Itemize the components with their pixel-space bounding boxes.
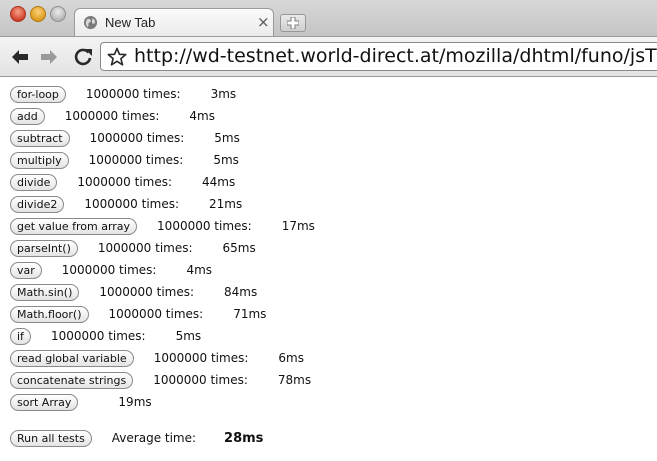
reload-icon[interactable] <box>73 47 95 67</box>
iteration-count: 1000000 times: <box>88 153 184 167</box>
average-time-label: Average time: <box>111 431 197 445</box>
test-row: divide2 1000000 times: 21ms <box>10 195 242 213</box>
window-zoom-button[interactable] <box>50 6 66 22</box>
test-row: parseInt() 1000000 times: 65ms <box>10 239 256 257</box>
tab-bar: New Tab × <box>0 0 657 36</box>
elapsed-time: 5ms <box>214 131 240 145</box>
iteration-count: 1000000 times: <box>157 219 252 233</box>
test-row: divide 1000000 times: 44ms <box>10 173 235 191</box>
test-button[interactable]: divide <box>10 173 58 191</box>
test-button[interactable]: Math.sin() <box>10 283 80 301</box>
iteration-count: 1000000 times: <box>89 131 185 145</box>
test-row: for-loop 1000000 times: 3ms <box>10 85 236 103</box>
test-button[interactable]: divide2 <box>10 195 65 213</box>
window-close-button[interactable] <box>10 6 26 22</box>
iteration-count: 1000000 times: <box>50 329 146 343</box>
page-content: for-loop 1000000 times: 3ms add 1000000 time… <box>0 78 657 461</box>
new-tab-button[interactable] <box>280 14 306 32</box>
iteration-count: 1000000 times: <box>64 109 160 123</box>
test-row: get value from array 1000000 times: 17ms <box>10 217 315 235</box>
test-button[interactable]: var <box>10 261 42 279</box>
iteration-count: 1000000 times: <box>153 373 248 387</box>
test-button[interactable]: subtract <box>10 129 70 147</box>
test-button[interactable]: multiply <box>10 151 69 169</box>
iteration-count: 1000000 times: <box>99 285 195 299</box>
test-button[interactable]: Math.floor() <box>10 305 89 323</box>
bookmark-star-icon[interactable] <box>107 47 127 67</box>
test-row: subtract 1000000 times: 5ms <box>10 129 240 147</box>
elapsed-time: 84ms <box>224 285 258 299</box>
test-button[interactable]: parseInt() <box>10 239 78 257</box>
elapsed-time: 6ms <box>278 351 304 365</box>
elapsed-time: 17ms <box>281 219 315 233</box>
test-button[interactable]: get value from array <box>10 217 138 235</box>
elapsed-time: 71ms <box>233 307 267 321</box>
test-button[interactable]: add <box>10 107 45 125</box>
test-row: var 1000000 times: 4ms <box>10 261 212 279</box>
forward-arrow-icon[interactable] <box>38 47 60 67</box>
plus-icon <box>287 17 299 29</box>
elapsed-time: 5ms <box>175 329 202 343</box>
iteration-count: 1000000 times: <box>108 307 204 321</box>
iteration-count: 1000000 times: <box>85 87 181 101</box>
test-button[interactable]: concatenate strings <box>10 371 134 389</box>
iteration-count: 1000000 times: <box>153 351 249 365</box>
elapsed-time: 21ms <box>209 197 243 211</box>
elapsed-time: 5ms <box>213 153 239 167</box>
test-button[interactable]: if <box>10 327 31 345</box>
test-button[interactable]: sort Array <box>10 393 79 411</box>
iteration-count: 1000000 times: <box>97 241 193 255</box>
test-button[interactable]: for-loop <box>10 85 66 103</box>
test-row: add 1000000 times: 4ms <box>10 107 215 125</box>
browser-tab[interactable]: New Tab × <box>74 8 274 36</box>
test-row: multiply 1000000 times: 5ms <box>10 151 239 169</box>
test-row: sort Array 19ms <box>10 393 152 411</box>
summary-row: Run all tests Average time: 28ms <box>10 429 263 447</box>
test-button[interactable]: read global variable <box>10 349 134 367</box>
elapsed-time: 65ms <box>222 241 256 255</box>
globe-icon <box>83 15 98 30</box>
iteration-count: 1000000 times: <box>61 263 157 277</box>
elapsed-time: 19ms <box>118 395 152 409</box>
url-text[interactable]: http://wd-testnet.world-direct.at/mozill… <box>134 45 657 67</box>
tab-title: New Tab <box>105 15 156 30</box>
elapsed-time: 4ms <box>189 109 215 123</box>
run-all-tests-button[interactable]: Run all tests <box>10 429 92 447</box>
iteration-count: 1000000 times: <box>77 175 173 189</box>
elapsed-time: 4ms <box>186 263 213 277</box>
iteration-count: 1000000 times: <box>84 197 180 211</box>
test-row: Math.sin() 1000000 times: 84ms <box>10 283 257 301</box>
test-row: read global variable 1000000 times: 6ms <box>10 349 304 367</box>
elapsed-time: 44ms <box>202 175 236 189</box>
average-time-value: 28ms <box>224 430 264 446</box>
test-row: if 1000000 times: 5ms <box>10 327 201 345</box>
browser-toolbar: http://wd-testnet.world-direct.at/mozill… <box>0 36 657 77</box>
tab-close-icon[interactable]: × <box>257 14 270 30</box>
window-minimize-button[interactable] <box>30 6 46 22</box>
address-bar[interactable]: http://wd-testnet.world-direct.at/mozill… <box>100 42 657 71</box>
elapsed-time: 3ms <box>210 87 237 101</box>
elapsed-time: 78ms <box>277 373 312 387</box>
back-arrow-icon[interactable] <box>9 47 31 67</box>
test-row: concatenate strings 1000000 times: 78ms <box>10 371 311 389</box>
test-row: Math.floor() 1000000 times: 71ms <box>10 305 266 323</box>
